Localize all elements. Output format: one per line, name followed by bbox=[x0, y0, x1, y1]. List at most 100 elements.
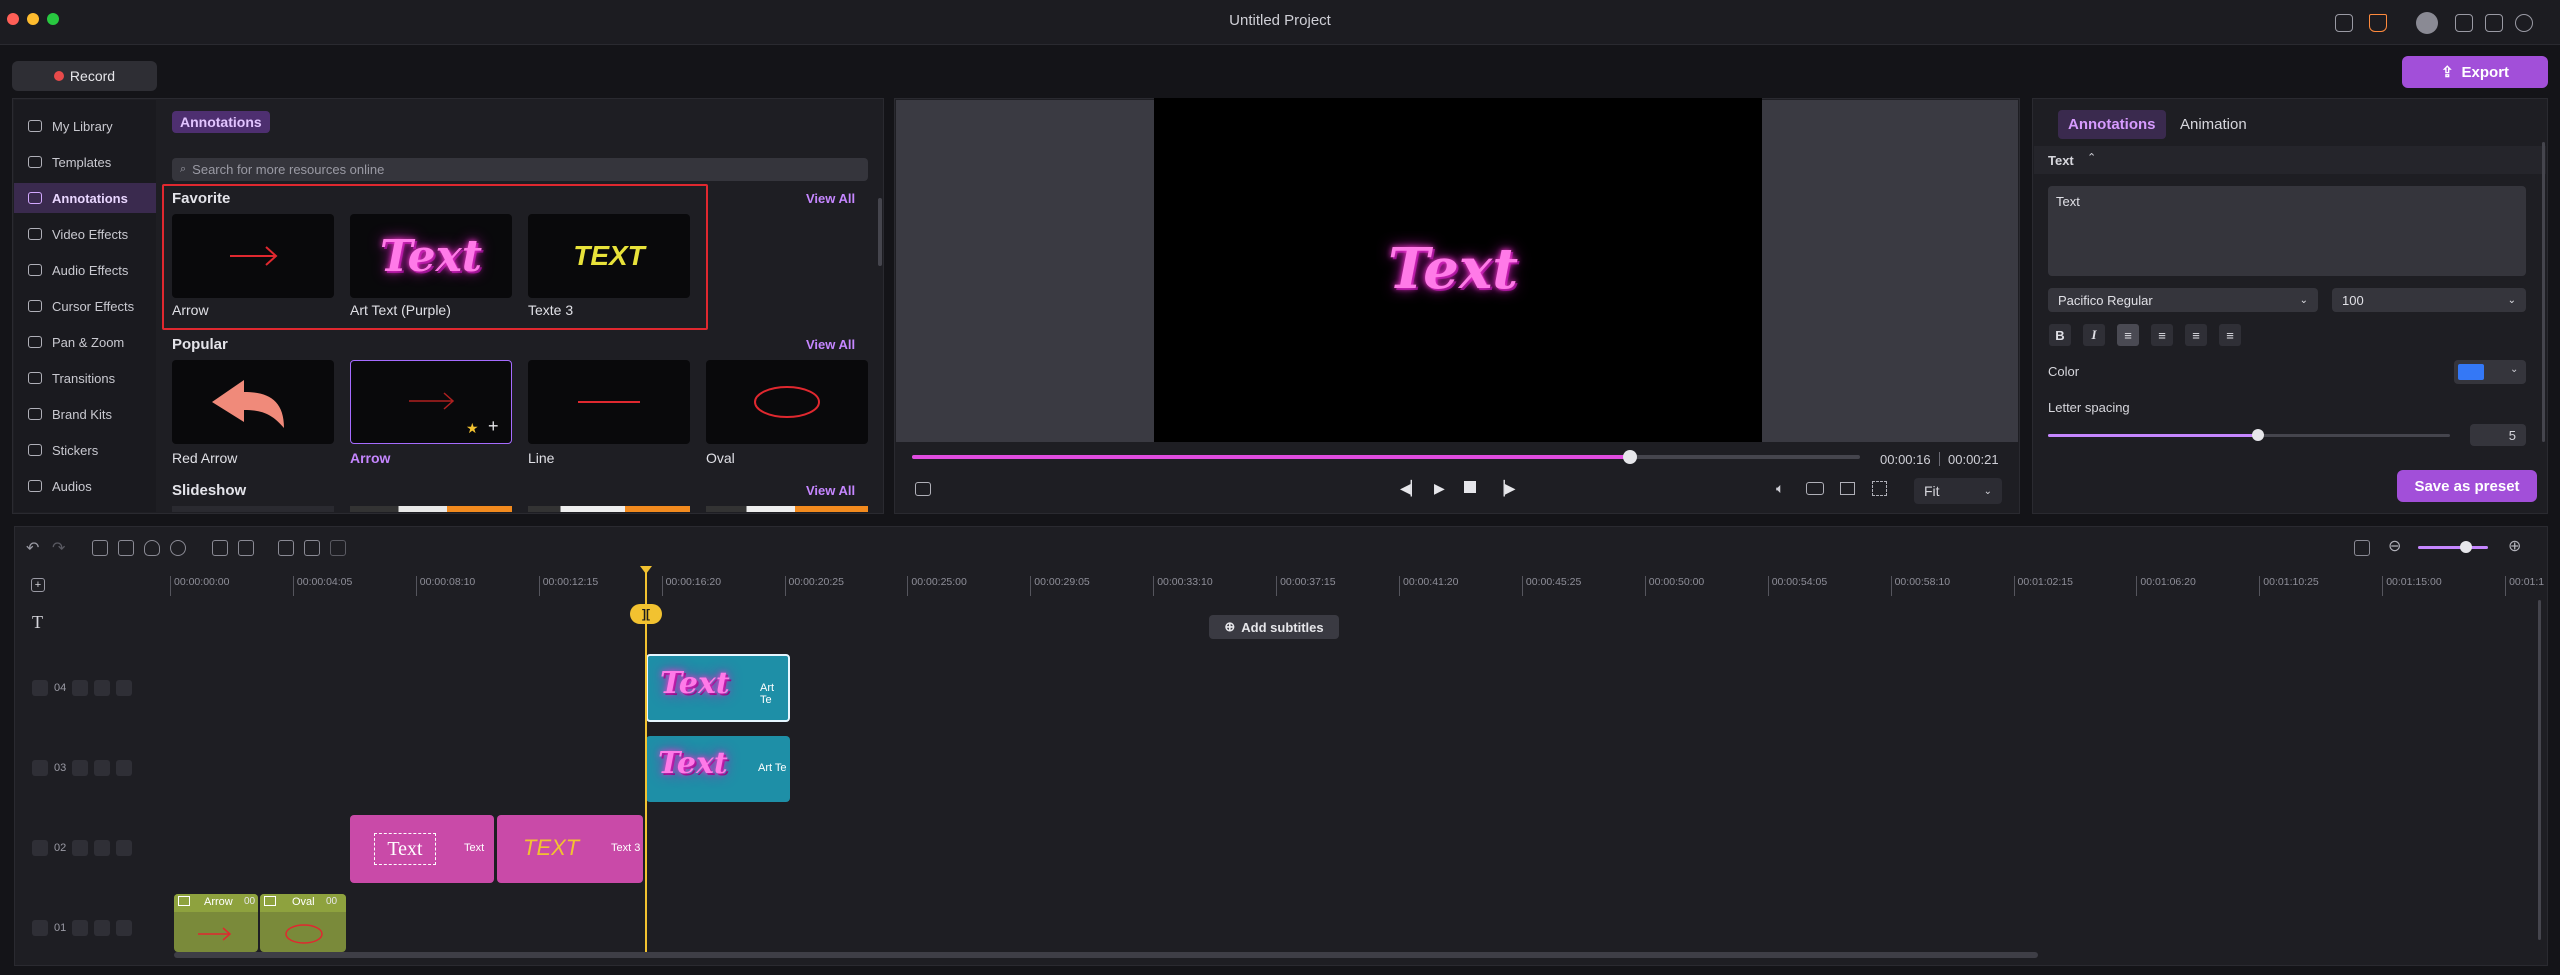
playhead-handle[interactable]: ][ bbox=[630, 604, 662, 624]
undo-icon[interactable]: ↶ bbox=[26, 538, 39, 558]
export-button[interactable]: ⇪ Export bbox=[2402, 56, 2548, 88]
clip-art-text-04[interactable]: Text Art Te bbox=[646, 654, 790, 722]
fullscreen-icon[interactable] bbox=[1872, 481, 1887, 496]
library-scrollbar[interactable] bbox=[878, 198, 882, 266]
sidebar-item-transitions[interactable]: Transitions bbox=[14, 363, 156, 393]
slideshow-thumb[interactable] bbox=[172, 506, 334, 512]
tab-annotations[interactable]: Annotations bbox=[2058, 110, 2166, 139]
marker-icon[interactable] bbox=[144, 540, 160, 556]
link-icon[interactable] bbox=[304, 540, 320, 556]
group-icon[interactable] bbox=[278, 540, 294, 556]
sidebar-item-audio-effects[interactable]: Audio Effects bbox=[14, 255, 156, 285]
snapshot-icon[interactable] bbox=[915, 482, 931, 496]
stop-icon[interactable] bbox=[1464, 481, 1476, 493]
safe-area-icon[interactable] bbox=[1840, 482, 1855, 495]
popular-oval-thumb[interactable] bbox=[706, 360, 868, 444]
volume-icon[interactable]: 🔈︎ bbox=[1776, 480, 1784, 497]
update-icon[interactable] bbox=[2515, 14, 2533, 32]
slideshow-thumb[interactable] bbox=[706, 506, 868, 512]
clip-oval-01[interactable]: Oval 00 bbox=[260, 894, 346, 952]
text-content-field[interactable]: Text bbox=[2048, 186, 2526, 276]
sidebar-item-stickers[interactable]: Stickers bbox=[14, 435, 156, 465]
sidebar-item-cursor-effects[interactable]: Cursor Effects bbox=[14, 291, 156, 321]
eye-icon[interactable] bbox=[94, 920, 111, 936]
section-title[interactable]: Text bbox=[2048, 153, 2074, 168]
font-size-select[interactable]: 100 ⌄ bbox=[2332, 288, 2526, 312]
clip-text-02b[interactable]: TEXT Text 3 bbox=[497, 815, 643, 883]
cart-icon[interactable] bbox=[2369, 14, 2387, 32]
timeline-vertical-scrollbar[interactable] bbox=[2538, 600, 2541, 940]
sidebar-item-my-library[interactable]: My Library bbox=[14, 111, 156, 141]
lock-icon[interactable] bbox=[72, 760, 89, 776]
sidebar-item-audios[interactable]: Audios bbox=[14, 471, 156, 501]
freeze-icon[interactable] bbox=[330, 540, 346, 556]
sidebar-item-brand-kits[interactable]: Brand Kits bbox=[14, 399, 156, 429]
prev-frame-icon[interactable]: ◀▏ bbox=[1400, 480, 1422, 497]
eye-icon[interactable] bbox=[94, 840, 111, 856]
clip-text-02a[interactable]: Text Text bbox=[350, 815, 494, 883]
bold-button[interactable]: B bbox=[2049, 324, 2071, 346]
timeline-scrollbar[interactable] bbox=[174, 952, 2038, 958]
font-select[interactable]: Pacifico Regular ⌄ bbox=[2048, 288, 2318, 312]
tutorial-icon[interactable] bbox=[2455, 14, 2473, 32]
sidebar-item-templates[interactable]: Templates bbox=[14, 147, 156, 177]
save-preset-button[interactable]: Save as preset bbox=[2397, 470, 2537, 502]
record-button[interactable]: Record bbox=[12, 61, 157, 91]
italic-button[interactable]: I bbox=[2083, 324, 2105, 346]
add-subtitles-button[interactable]: ⊕ Add subtitles bbox=[1209, 615, 1339, 639]
progress-knob[interactable] bbox=[1623, 450, 1637, 464]
clip-art-text-03[interactable]: Text Art Te bbox=[646, 736, 790, 802]
text-tool-icon[interactable] bbox=[238, 540, 254, 556]
category-chip[interactable]: Annotations bbox=[172, 111, 270, 133]
letter-spacing-knob[interactable] bbox=[2252, 429, 2264, 441]
favorite-view-all[interactable]: View All bbox=[806, 191, 855, 206]
speaker-icon[interactable] bbox=[116, 840, 133, 856]
popular-red-arrow-thumb[interactable] bbox=[172, 360, 334, 444]
settings-icon[interactable] bbox=[2485, 14, 2503, 32]
canvas-art-text[interactable]: Text bbox=[1388, 236, 1518, 302]
zoom-knob[interactable] bbox=[2460, 541, 2472, 553]
eye-icon[interactable] bbox=[94, 760, 111, 776]
speaker-icon[interactable] bbox=[116, 920, 133, 936]
sidebar-item-video-effects[interactable]: Video Effects bbox=[14, 219, 156, 249]
clip-arrow-01[interactable]: Arrow 00 bbox=[174, 894, 258, 952]
avatar[interactable] bbox=[2416, 12, 2438, 34]
speaker-icon[interactable] bbox=[116, 760, 133, 776]
next-frame-icon[interactable]: ▕▶ bbox=[1494, 480, 1516, 497]
zoom-slider[interactable] bbox=[2418, 546, 2488, 549]
letter-spacing-input[interactable]: 5 bbox=[2470, 424, 2526, 446]
quality-icon[interactable] bbox=[1806, 482, 1824, 495]
feedback-icon[interactable] bbox=[2335, 14, 2353, 32]
fit-timeline-icon[interactable] bbox=[2354, 540, 2370, 556]
lock-icon[interactable] bbox=[72, 920, 89, 936]
popular-line-thumb[interactable] bbox=[528, 360, 690, 444]
slideshow-thumb[interactable] bbox=[350, 506, 512, 512]
sidebar-item-annotations[interactable]: Annotations bbox=[14, 183, 156, 213]
lock-icon[interactable] bbox=[72, 680, 89, 696]
popular-view-all[interactable]: View All bbox=[806, 337, 855, 352]
add-icon[interactable]: + bbox=[488, 416, 499, 437]
lock-icon[interactable] bbox=[72, 840, 89, 856]
eye-icon[interactable] bbox=[94, 680, 111, 696]
play-icon[interactable]: ▶ bbox=[1434, 480, 1445, 497]
crop-icon[interactable] bbox=[92, 540, 108, 556]
slideshow-view-all[interactable]: View All bbox=[806, 483, 855, 498]
slideshow-thumb[interactable] bbox=[528, 506, 690, 512]
justify-button[interactable]: ≡ bbox=[2219, 324, 2241, 346]
comment-icon[interactable] bbox=[212, 540, 228, 556]
collapse-icon[interactable]: ⌃ bbox=[2087, 151, 2096, 164]
redo-icon[interactable]: ↷ bbox=[52, 538, 65, 558]
playhead-top-icon[interactable] bbox=[640, 566, 652, 574]
playhead[interactable] bbox=[645, 570, 647, 954]
align-left-button[interactable]: ≡ bbox=[2117, 324, 2139, 346]
speaker-icon[interactable] bbox=[116, 680, 133, 696]
fit-select[interactable]: Fit ⌄ bbox=[1914, 478, 2002, 504]
mic-icon[interactable] bbox=[170, 540, 186, 556]
split-icon[interactable] bbox=[118, 540, 134, 556]
add-track-icon[interactable]: + bbox=[31, 578, 45, 592]
search-input[interactable]: ⌕ Search for more resources online bbox=[172, 158, 868, 181]
zoom-out-icon[interactable]: ⊖ bbox=[2388, 536, 2401, 556]
sidebar-item-pan-zoom[interactable]: Pan & Zoom bbox=[14, 327, 156, 357]
tab-animation[interactable]: Animation bbox=[2180, 116, 2247, 133]
properties-scrollbar[interactable] bbox=[2542, 142, 2545, 442]
